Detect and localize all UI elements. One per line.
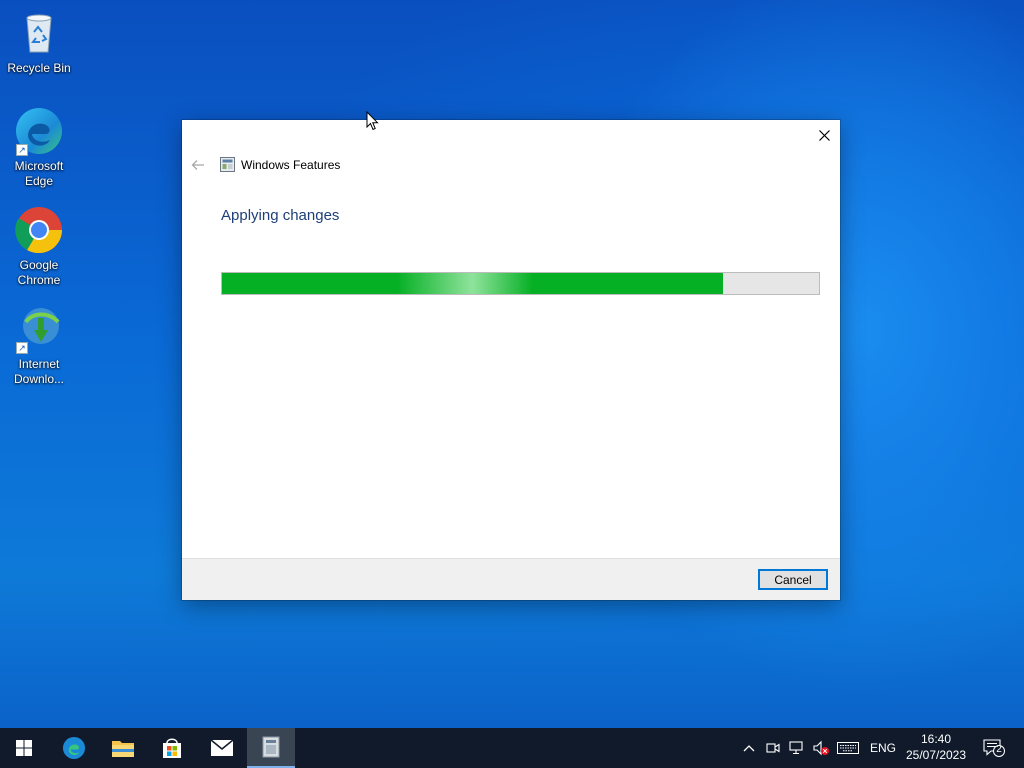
edge-icon — [62, 736, 86, 760]
notification-count-badge: 2 — [996, 744, 1002, 755]
cancel-button[interactable]: Cancel — [758, 569, 828, 590]
windows-features-icon — [262, 736, 280, 758]
taskbar-store-button[interactable] — [148, 728, 196, 768]
volume-muted-icon — [813, 740, 829, 756]
progress-bar — [221, 272, 820, 295]
recycle-bin-icon — [14, 8, 64, 58]
close-icon — [818, 129, 830, 141]
action-center-button[interactable]: 2 — [982, 739, 1006, 757]
network-icon — [789, 741, 803, 755]
taskbar-file-explorer-button[interactable] — [99, 728, 147, 768]
tray-volume-button[interactable] — [812, 740, 830, 756]
progress-bar-fill — [222, 273, 724, 294]
start-button[interactable] — [0, 728, 48, 768]
dialog-footer: Cancel — [182, 558, 840, 600]
keyboard-icon — [837, 742, 859, 754]
desktop-icon-microsoft-edge[interactable]: ↗ Microsoft Edge — [4, 106, 74, 189]
dialog-title: Windows Features — [241, 157, 341, 172]
desktop-icon-label: Recycle Bin — [7, 61, 71, 75]
clock-time: 16:40 — [920, 732, 952, 746]
taskbar-mail-button[interactable] — [198, 728, 246, 768]
taskbar-edge-button[interactable] — [50, 728, 98, 768]
shortcut-arrow-icon: ↗ — [16, 342, 28, 354]
mouse-cursor-icon — [366, 111, 379, 131]
taskbar: ENG 16:40 25/07/2023 2 — [0, 728, 1024, 768]
windows-features-icon — [220, 157, 235, 172]
mail-icon — [210, 739, 234, 756]
chevron-up-icon — [743, 745, 755, 752]
tray-meet-now-button[interactable] — [765, 740, 781, 756]
tray-network-button[interactable] — [788, 740, 806, 756]
desktop-icon-internet-download-manager[interactable]: ↗ Internet Downlo... — [4, 304, 74, 387]
clock-date: 25/07/2023 — [905, 748, 967, 762]
status-heading: Applying changes — [221, 207, 340, 224]
windows-features-dialog: Windows Features Applying changes Cancel — [182, 120, 840, 600]
show-hidden-icons-button[interactable] — [741, 740, 757, 756]
desktop-icon-label: Microsoft Edge — [14, 159, 64, 188]
language-indicator[interactable]: ENG — [870, 741, 896, 755]
file-explorer-icon — [112, 741, 134, 757]
camera-icon — [766, 743, 780, 753]
back-button[interactable] — [190, 158, 206, 172]
start-icon — [16, 740, 32, 756]
shortcut-arrow-icon: ↗ — [16, 144, 28, 156]
desktop-icon-label: Google Chrome — [17, 258, 61, 287]
close-button[interactable] — [808, 120, 840, 150]
desktop-icon-google-chrome[interactable]: Google Chrome — [4, 205, 74, 288]
edge-icon: ↗ — [14, 106, 64, 156]
store-icon — [163, 738, 181, 758]
tray-touch-keyboard-button[interactable] — [836, 740, 860, 756]
back-arrow-icon — [191, 160, 204, 170]
clock[interactable]: 16:40 25/07/2023 — [900, 731, 972, 763]
taskbar-windows-features-button[interactable] — [247, 728, 295, 768]
idm-icon: ↗ — [14, 304, 64, 354]
desktop-icon-recycle-bin[interactable]: Recycle Bin — [4, 8, 74, 76]
desktop-icon-label: Internet Downlo... — [13, 357, 65, 386]
chrome-icon — [14, 205, 64, 255]
dialog-title-row: Windows Features — [220, 157, 340, 172]
